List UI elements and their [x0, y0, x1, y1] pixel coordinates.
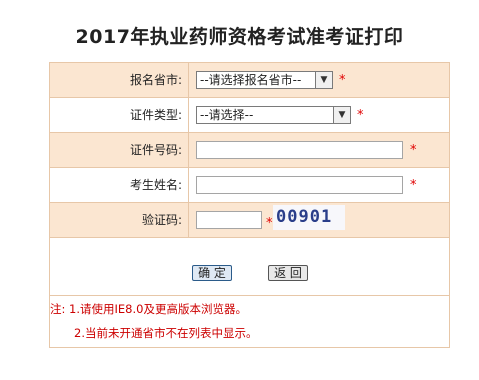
required-marker: * — [410, 178, 417, 193]
province-select-value: --请选择报名省市-- — [200, 73, 302, 87]
required-marker: * — [339, 73, 346, 88]
id-type-select[interactable]: --请选择-- ▼ — [196, 106, 351, 124]
required-marker: * — [266, 216, 273, 231]
id-number-input[interactable] — [196, 141, 403, 159]
required-marker: * — [357, 108, 364, 123]
id-type-select-value: --请选择-- — [200, 108, 254, 122]
id-type-row: 证件类型: --请选择-- ▼ * — [50, 98, 449, 133]
captcha-image[interactable]: 00901 — [273, 205, 345, 230]
id-number-label: 证件号码: — [50, 133, 189, 167]
id-number-row: 证件号码: * — [50, 133, 449, 168]
province-row: 报名省市: --请选择报名省市-- ▼ * — [50, 63, 449, 98]
actions-row: 确 定 返 回 — [50, 238, 449, 296]
captcha-input[interactable] — [196, 211, 262, 229]
note-line-1: 注: 1.请使用IE8.0及更高版本浏览器。 — [50, 302, 247, 316]
page-title: 2017年执业药师资格考试准考证打印 — [75, 26, 404, 48]
province-label: 报名省市: — [50, 63, 189, 97]
note-line-2: 2.当前未开通省市不在列表中显示。 — [74, 326, 258, 340]
captcha-label: 验证码: — [50, 203, 189, 237]
province-select[interactable]: --请选择报名省市-- ▼ — [196, 71, 333, 89]
notes-section: 注: 1.请使用IE8.0及更高版本浏览器。 2.当前未开通省市不在列表中显示。 — [50, 296, 449, 347]
name-input[interactable] — [196, 176, 403, 194]
id-type-label: 证件类型: — [50, 98, 189, 132]
admission-ticket-form: 报名省市: --请选择报名省市-- ▼ * 证件类型: --请选择-- ▼ * … — [49, 62, 450, 348]
captcha-text: 00901 — [276, 207, 333, 227]
chevron-down-icon[interactable]: ▼ — [333, 107, 350, 123]
confirm-button[interactable]: 确 定 — [192, 265, 232, 281]
name-row: 考生姓名: * — [50, 168, 449, 203]
name-label: 考生姓名: — [50, 168, 189, 202]
back-button[interactable]: 返 回 — [268, 265, 308, 281]
chevron-down-icon[interactable]: ▼ — [315, 72, 332, 88]
required-marker: * — [410, 143, 417, 158]
captcha-row: 验证码: * 00901 — [50, 203, 449, 238]
